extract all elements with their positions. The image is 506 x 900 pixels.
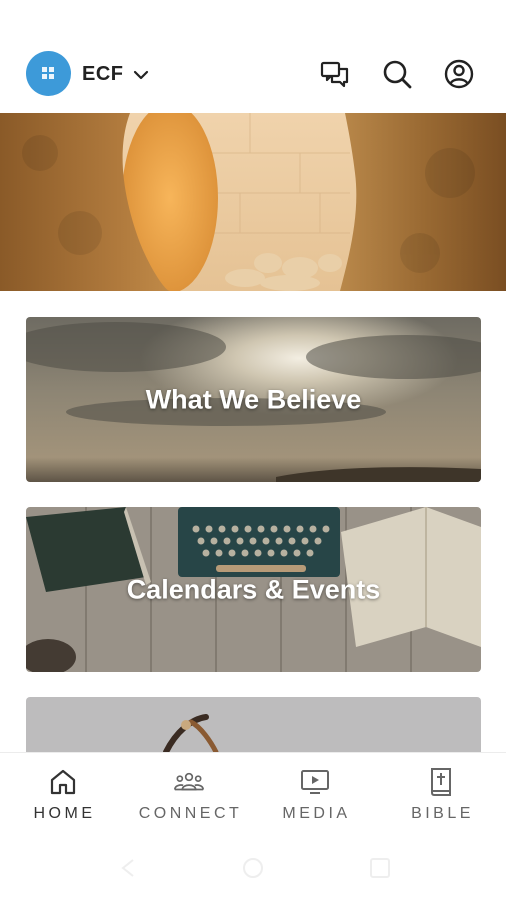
chevron-down-icon[interactable] xyxy=(132,66,150,84)
app-header: ECF xyxy=(0,0,506,113)
nav-item-home[interactable]: HOME xyxy=(0,767,126,823)
card-title: Calendars & Events xyxy=(126,574,381,604)
org-logo[interactable] xyxy=(26,51,71,96)
app-screen: ECF What We Believe Calendars & Events H… xyxy=(0,0,506,900)
card-title: What We Believe xyxy=(145,384,362,414)
nav-item-bible[interactable]: BIBLE xyxy=(378,767,504,823)
hero-banner-image xyxy=(0,113,506,291)
org-logo-mark xyxy=(41,66,56,81)
bible-icon xyxy=(431,768,451,796)
nav-label: MEDIA xyxy=(282,805,351,822)
nav-label: BIBLE xyxy=(411,805,474,822)
nav-label: HOME xyxy=(33,805,96,822)
nav-label: CONNECT xyxy=(138,805,243,822)
system-navigation-bar xyxy=(121,858,390,878)
card-what-we-believe[interactable]: What We Believe xyxy=(26,317,481,482)
system-recents-icon xyxy=(370,858,390,878)
system-back-icon xyxy=(121,859,134,877)
system-home-icon xyxy=(243,858,263,878)
people-icon xyxy=(174,772,204,791)
nav-item-connect[interactable]: CONNECT xyxy=(126,767,252,823)
video-icon xyxy=(301,770,329,794)
message-icon[interactable] xyxy=(319,58,351,90)
card-calendars-events[interactable]: Calendars & Events xyxy=(26,507,481,672)
profile-icon[interactable] xyxy=(443,58,475,90)
search-icon[interactable] xyxy=(381,58,413,90)
nav-item-media[interactable]: MEDIA xyxy=(252,767,378,823)
home-icon xyxy=(50,769,76,795)
org-name[interactable]: ECF xyxy=(82,63,124,86)
